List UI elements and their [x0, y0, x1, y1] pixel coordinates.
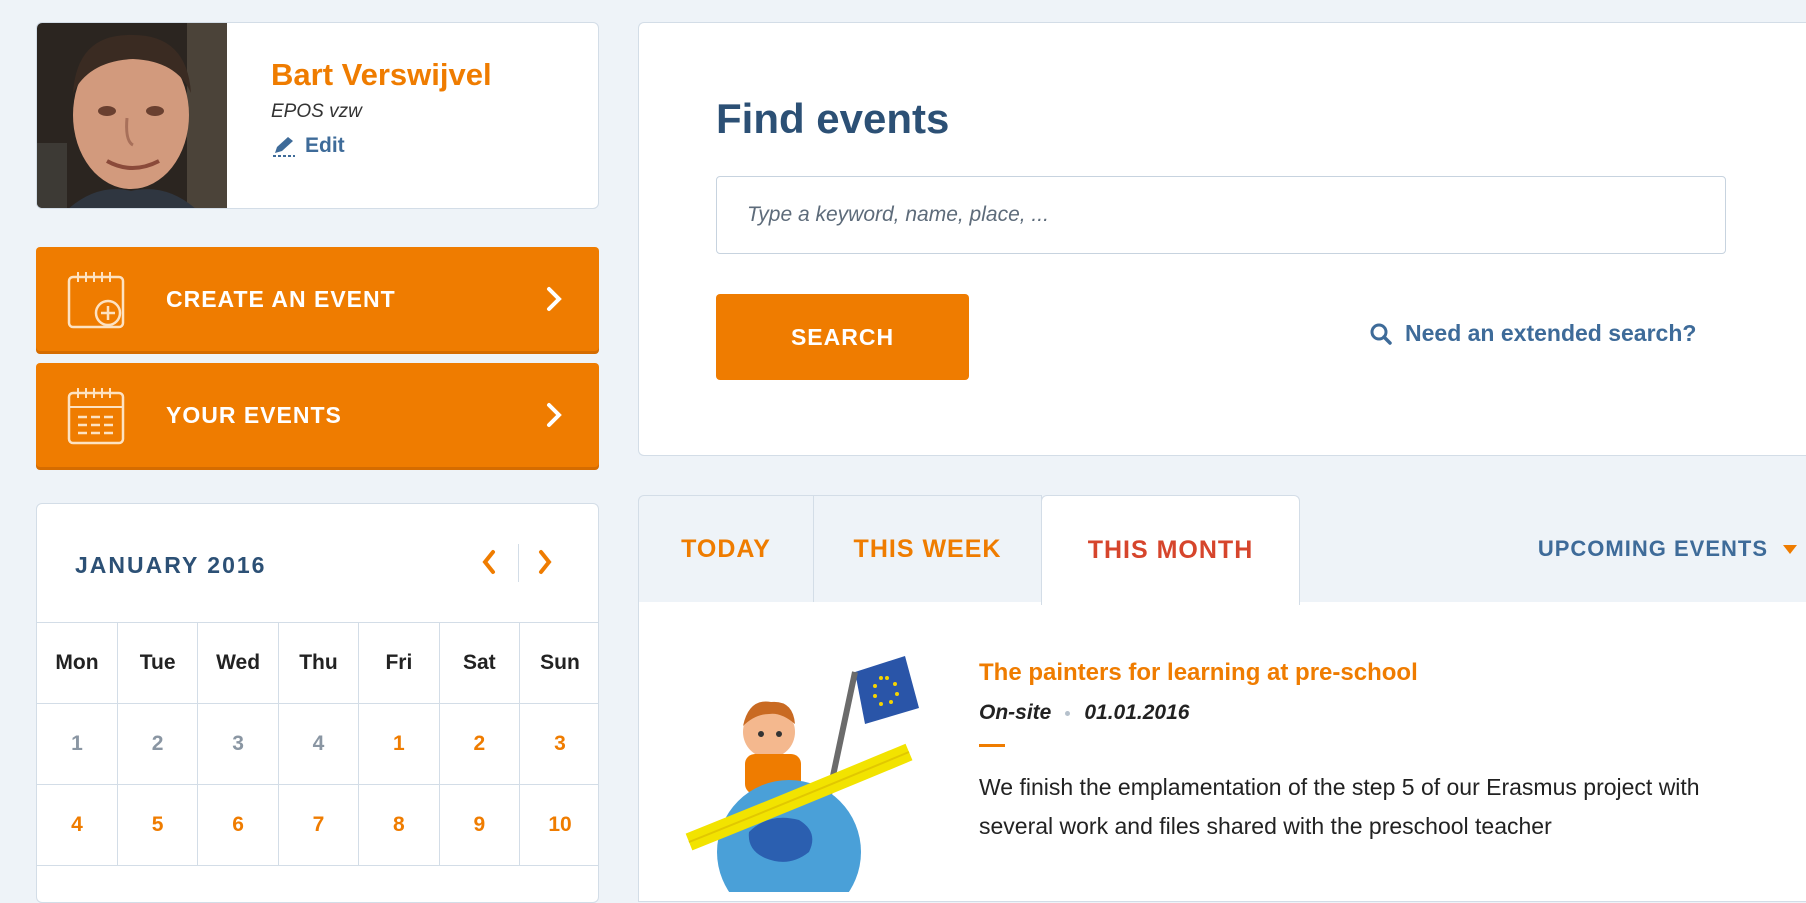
- caret-down-icon: [1783, 544, 1797, 554]
- edit-profile-link[interactable]: Edit: [271, 134, 345, 158]
- event-title[interactable]: The painters for learning at pre-school: [979, 659, 1418, 687]
- calendar-day[interactable]: 2: [438, 703, 521, 785]
- tab-this-week[interactable]: THIS WEEK: [813, 495, 1042, 603]
- calendar-next-button[interactable]: [533, 546, 557, 578]
- weekday-label: Tue: [116, 622, 199, 704]
- search-input[interactable]: [716, 176, 1726, 254]
- chevron-right-icon: [539, 550, 552, 574]
- calendar-day[interactable]: 5: [116, 784, 199, 866]
- separator-dot: [1065, 710, 1071, 716]
- calendar-day[interactable]: 10: [519, 784, 598, 866]
- calendar-month-title: JANUARY 2016: [75, 552, 267, 578]
- avatar[interactable]: [37, 23, 227, 209]
- calendar-day[interactable]: 4: [277, 703, 360, 785]
- calendar-day[interactable]: 2: [116, 703, 199, 785]
- calendar-day[interactable]: 6: [197, 784, 279, 866]
- your-events-label: YOUR EVENTS: [166, 402, 342, 428]
- calendar-grid: Mon Tue Wed Thu Fri Sat Sun 1 2 3 4 1 2 …: [37, 622, 598, 866]
- event-mode: On-site: [979, 701, 1052, 724]
- calendar-day[interactable]: 1: [358, 703, 440, 785]
- event-date: 01.01.2016: [1084, 701, 1190, 724]
- calendar-prev-button[interactable]: [477, 546, 501, 578]
- tab-today[interactable]: TODAY: [638, 495, 814, 603]
- event-description: We finish the emplamentation of the step…: [979, 774, 1700, 839]
- weekday-label: Fri: [358, 622, 440, 704]
- calendar-day[interactable]: 9: [438, 784, 521, 866]
- calendar-day[interactable]: 1: [37, 703, 118, 785]
- extended-search-label: Need an extended search?: [1405, 320, 1697, 346]
- weekday-header-row: Mon Tue Wed Thu Fri Sat Sun: [37, 622, 598, 704]
- page-title: Find events: [716, 95, 950, 142]
- your-events-button[interactable]: YOUR EVENTS: [36, 363, 599, 467]
- profile-card: Bart Verswijvel EPOS vzw Edit: [36, 22, 599, 209]
- event-meta: On-site 01.01.2016: [979, 701, 1189, 725]
- search-icon: [1370, 323, 1392, 345]
- weekday-label: Mon: [37, 622, 118, 704]
- edit-label: Edit: [305, 134, 345, 157]
- accent-divider: [979, 744, 1005, 747]
- weekday-label: Thu: [277, 622, 360, 704]
- calendar-list-icon: [67, 388, 125, 445]
- profile-organization: EPOS vzw: [271, 101, 362, 122]
- calendar-week-row: 1 2 3 4 1 2 3: [37, 703, 598, 785]
- upcoming-events-label: UPCOMING EVENTS: [1537, 535, 1768, 561]
- tab-this-month[interactable]: THIS MONTH: [1041, 495, 1300, 605]
- calendar-nav-divider: [518, 544, 519, 582]
- profile-name: Bart Verswijvel: [271, 57, 492, 92]
- weekday-label: Sat: [438, 622, 521, 704]
- search-button[interactable]: SEARCH: [716, 294, 969, 380]
- calendar-day[interactable]: 3: [519, 703, 598, 785]
- upcoming-events-dropdown[interactable]: UPCOMING EVENTS: [1299, 495, 1806, 603]
- calendar-day[interactable]: 4: [37, 784, 118, 866]
- chevron-right-icon: [547, 403, 562, 427]
- weekday-label: Sun: [519, 622, 598, 704]
- calendar-widget: JANUARY 2016 Mon Tue Wed Thu Fri Sat Sun…: [36, 503, 599, 903]
- calendar-day[interactable]: 8: [358, 784, 440, 866]
- chevron-right-icon: [547, 287, 562, 311]
- create-event-label: CREATE AN EVENT: [166, 286, 396, 312]
- chevron-left-icon: [482, 550, 495, 574]
- calendar-day[interactable]: 3: [197, 703, 279, 785]
- calendar-day[interactable]: 7: [277, 784, 360, 866]
- calendar-week-row: 4 5 6 7 8 9 10: [37, 784, 598, 866]
- pencil-icon: [273, 137, 295, 157]
- calendar-add-icon: [67, 272, 125, 329]
- weekday-label: Wed: [197, 622, 279, 704]
- extended-search-link[interactable]: Need an extended search?: [1369, 320, 1696, 347]
- create-event-button[interactable]: CREATE AN EVENT: [36, 247, 599, 351]
- event-list: The painters for learning at pre-school …: [638, 602, 1806, 902]
- find-events-panel: Find events SEARCH Need an extended sear…: [638, 22, 1806, 456]
